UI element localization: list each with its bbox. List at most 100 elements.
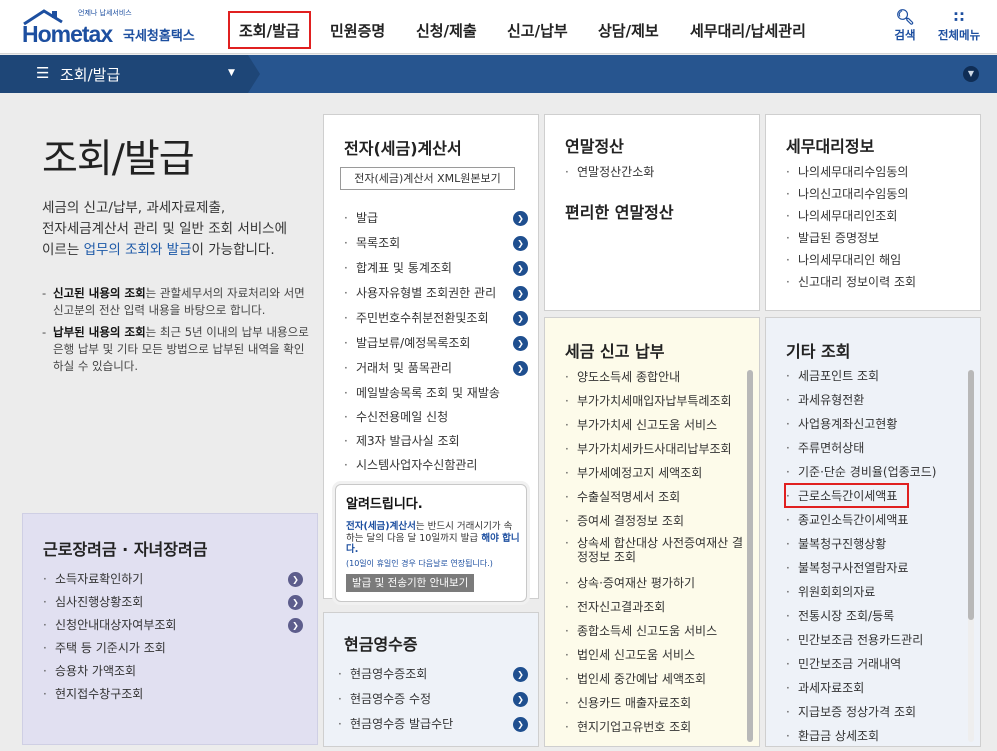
list-item[interactable]: 발급보류/예정목록조회❯ [340, 334, 528, 359]
list-item[interactable]: 증여세 결정정보 조회 [561, 512, 743, 536]
arrow-right-icon[interactable]: ❯ [513, 311, 528, 326]
list-item[interactable]: 주민번호수취분전환및조회❯ [340, 309, 528, 334]
nav-civil-certificates[interactable]: 민원증명 [330, 20, 385, 41]
list-item[interactable]: 목록조회❯ [340, 234, 528, 259]
deadline-guide-button[interactable]: 발급 및 전송기한 안내보기 [346, 574, 475, 592]
top-header: 언제나 납세서비스 Hometax 국세청홈택스 조회/발급 민원증명 신청/제… [0, 0, 997, 54]
list-item[interactable]: 발급❯ [340, 209, 528, 234]
list-item[interactable]: 상속·증여재산 평가하기 [561, 574, 743, 598]
list-item[interactable]: 불복청구진행상황 [782, 535, 964, 559]
notice-body: 전자(세금)계산서는 반드시 거래시기가 속하는 달의 다음 달 10일까지 발… [346, 521, 520, 555]
list-item[interactable]: 전통시장 조회/등록 [782, 607, 964, 631]
hamburger-icon[interactable]: ☰ [36, 64, 49, 82]
list-item[interactable]: 신청안내대상자여부조회❯ [39, 616, 303, 639]
arrow-right-icon[interactable]: ❯ [513, 692, 528, 707]
panel-subtitle[interactable]: 편리한 연말정산 [565, 199, 674, 223]
other-lookup-menu: 세금포인트 조회 과세유형전환 사업용계좌신고현황 주류면허상태 기준·단순 경… [782, 367, 964, 751]
cash-receipt-menu: 현금영수증조회❯ 현금영수증 수정❯ 현금영수증 발급수단❯ [334, 665, 528, 740]
list-item[interactable]: 전자신고결과조회 [561, 598, 743, 622]
nav-consult-report[interactable]: 상담/제보 [598, 20, 659, 41]
list-item[interactable]: 현금영수증 수정❯ [334, 690, 528, 715]
list-item[interactable]: 소득자료확인하기❯ [39, 570, 303, 593]
scrollbar-thumb[interactable] [968, 370, 974, 620]
panel-title: 전자(세금)계산서 [344, 139, 462, 158]
list-item[interactable]: 종합소득세 신고도움 서비스 [561, 622, 743, 646]
arrow-right-icon[interactable]: ❯ [288, 572, 303, 587]
scrollbar-thumb[interactable] [747, 370, 753, 742]
arrow-right-icon[interactable]: ❯ [513, 261, 528, 276]
list-item[interactable]: 합계표 및 통계조회❯ [340, 259, 528, 284]
search-button[interactable]: 🔍︎ 검색 [890, 8, 920, 43]
arrow-right-icon[interactable]: ❯ [513, 717, 528, 732]
list-item[interactable]: 나의세무대리수임동의 [782, 163, 972, 185]
list-item[interactable]: 종교인소득간이세액표 [782, 511, 964, 535]
arrow-right-icon[interactable]: ❯ [288, 618, 303, 633]
list-item[interactable]: 과세유형전환 [782, 391, 964, 415]
nav-apply-submit[interactable]: 신청/제출 [416, 20, 477, 41]
note-paid: 납부된 내용의 조회는 최근 5년 이내의 납부 내용으로 은행 납부 및 기타… [42, 324, 312, 375]
list-item[interactable]: 심사진행상황조회❯ [39, 593, 303, 616]
list-item[interactable]: 나의신고대리수임동의 [782, 185, 972, 207]
list-item[interactable]: 현지기업고유번호 조회 [561, 718, 743, 742]
list-item[interactable]: 시스템사업자수신함관리 [340, 456, 528, 480]
list-item[interactable]: 양도소득세 종합안내 [561, 368, 743, 392]
arrow-right-icon[interactable]: ❯ [513, 667, 528, 682]
list-item[interactable]: 부가가치세매입자납부특례조회 [561, 392, 743, 416]
list-item[interactable]: 사업용계좌신고현황 [782, 415, 964, 439]
arrow-right-icon[interactable]: ❯ [513, 211, 528, 226]
list-item[interactable]: 현금영수증 발급수단❯ [334, 715, 528, 740]
section-title[interactable]: 조회/발급 [60, 64, 120, 85]
notice-footnote: (10일이 휴일인 경우 다음날로 연장됩니다.) [346, 559, 493, 568]
list-item[interactable]: 법인세 중간예납 세액조회 [561, 670, 743, 694]
list-item[interactable]: 나의세무대리인 해임 [782, 251, 972, 273]
search-icon: 🔍︎ [895, 8, 915, 26]
chevron-down-icon[interactable]: ▼ [963, 66, 979, 82]
list-item[interactable]: 거래처 및 품목관리❯ [340, 359, 528, 384]
arrow-right-icon[interactable]: ❯ [513, 286, 528, 301]
panel-other-lookup: 기타 조회 세금포인트 조회 과세유형전환 사업용계좌신고현황 주류면허상태 기… [765, 317, 981, 747]
arrow-right-icon[interactable]: ❯ [513, 361, 528, 376]
list-item[interactable]: 지급보증 정상가격 조회 [782, 703, 964, 727]
list-item[interactable]: 승용차 가액조회 [39, 662, 303, 685]
list-item[interactable]: 환급금 상세조회 [782, 727, 964, 751]
list-item[interactable]: 수신전용메일 신청 [340, 408, 528, 432]
list-item[interactable]: 부가세예정고지 세액조회 [561, 464, 743, 488]
list-item[interactable]: 부가가치세 신고도움 서비스 [561, 416, 743, 440]
list-item[interactable]: 주택 등 기준시가 조회 [39, 639, 303, 662]
list-item[interactable]: 민간보조금 전용카드관리 [782, 631, 964, 655]
list-item[interactable]: 사용자유형별 조회권한 관리❯ [340, 284, 528, 309]
arrow-right-icon[interactable]: ❯ [513, 236, 528, 251]
intro-notes: 신고된 내용의 조회는 관할세무서의 자료처리와 서면신고분의 전산 입력 내용… [42, 285, 312, 380]
list-item[interactable]: 현지접수창구조회 [39, 685, 303, 708]
list-item[interactable]: 신용카드 매출자료조회 [561, 694, 743, 718]
list-item[interactable]: 민간보조금 거래내역 [782, 655, 964, 679]
list-item[interactable]: 상속세 합산대상 사전증여재산 결정정보 조회 [561, 536, 743, 574]
arrow-right-icon[interactable]: ❯ [513, 336, 528, 351]
list-item[interactable]: 현금영수증조회❯ [334, 665, 528, 690]
list-item[interactable]: 수출실적명세서 조회 [561, 488, 743, 512]
list-item[interactable]: 불복청구사전열람자료 [782, 559, 964, 583]
list-item[interactable]: 연말정산간소화 [561, 163, 751, 185]
list-item[interactable]: 부가가치세카드사대리납부조회 [561, 440, 743, 464]
page-description: 세금의 신고/납부, 과세자료제출, 전자세금계산서 관리 및 일반 조회 서비… [42, 200, 288, 258]
page-title: 조회/발급 [42, 137, 195, 182]
list-item[interactable]: 발급된 증명정보 [782, 229, 972, 251]
nav-lookup-issue[interactable]: 조회/발급 [239, 20, 300, 41]
nav-report-pay[interactable]: 신고/납부 [507, 20, 568, 41]
list-item[interactable]: 세금포인트 조회 [782, 367, 964, 391]
full-menu-button[interactable]: ∷ 전체메뉴 [932, 8, 986, 43]
list-item[interactable]: 제3자 발급사실 조회 [340, 432, 528, 456]
caret-down-icon[interactable]: ▼ [228, 68, 235, 78]
hometax-logo[interactable]: 언제나 납세서비스 Hometax 국세청홈택스 [20, 6, 210, 50]
list-item[interactable]: 나의세무대리인조회 [782, 207, 972, 229]
list-item[interactable]: 메일발송목록 조회 및 재발송 [340, 384, 528, 408]
panel-cash-receipt: 현금영수증 현금영수증조회❯ 현금영수증 수정❯ 현금영수증 발급수단❯ [323, 612, 539, 747]
list-item[interactable]: 과세자료조회 [782, 679, 964, 703]
list-item[interactable]: 위원회회의자료 [782, 583, 964, 607]
nav-tax-agent[interactable]: 세무대리/납세관리 [690, 20, 806, 41]
list-item[interactable]: 법인세 신고도움 서비스 [561, 646, 743, 670]
xml-original-view-button[interactable]: 전자(세금)계산서 XML원본보기 [340, 167, 515, 190]
list-item[interactable]: 신고대리 정보이력 조회 [782, 273, 972, 295]
arrow-right-icon[interactable]: ❯ [288, 595, 303, 610]
list-item[interactable]: 주류면허상태 [782, 439, 964, 463]
